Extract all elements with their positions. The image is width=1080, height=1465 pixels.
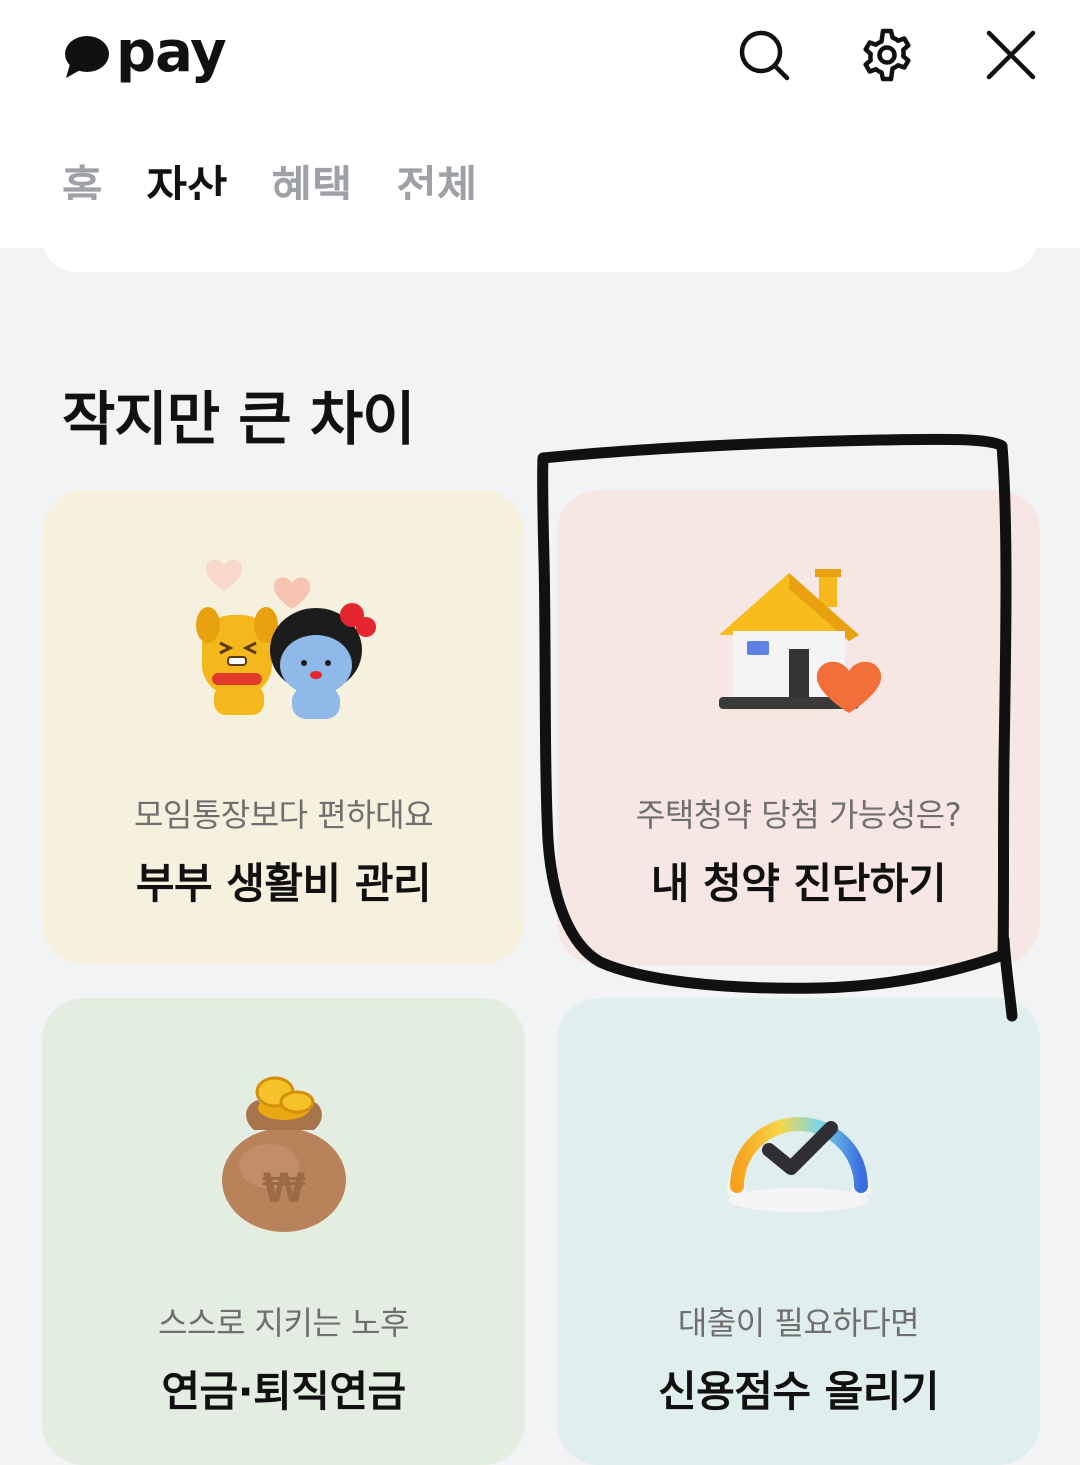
credit-gauge-icon: [726, 1117, 871, 1212]
card-title: 연금·퇴직연금: [161, 1367, 406, 1416]
settings-button[interactable]: [860, 28, 914, 82]
kakaopay-logo[interactable]: pay: [62, 20, 227, 92]
card-illustration: ₩: [42, 1068, 525, 1238]
card-subtitle: 스스로 지키는 노후: [158, 1304, 409, 1342]
previous-card-bottom: [42, 200, 1038, 272]
speech-bubble-icon: [65, 36, 109, 78]
card-title: 신용점수 올리기: [657, 1367, 940, 1416]
house-heart-icon: [718, 569, 881, 713]
section-title: 작지만 큰 차이: [62, 385, 416, 453]
money-bag-icon: ₩: [221, 1076, 346, 1232]
card-subtitle: 모임통장보다 편하대요: [133, 796, 434, 834]
close-icon: [986, 30, 1036, 80]
card-illustration: [557, 1068, 1040, 1238]
close-button[interactable]: [984, 28, 1038, 82]
logo-text: pay: [116, 20, 227, 85]
card-credit-score[interactable]: 대출이 필요하다면 신용점수 올리기: [557, 998, 1040, 1465]
card-title: 내 청약 진단하기: [650, 859, 947, 908]
card-illustration: [42, 545, 525, 735]
card-title: 부부 생활비 관리: [135, 859, 432, 908]
card-illustration: [557, 545, 1040, 735]
gear-icon: [863, 28, 911, 82]
card-pension[interactable]: ₩ 스스로 지키는 노후 연금·퇴직연금: [42, 998, 525, 1465]
card-housing-subscription[interactable]: 주택청약 당첨 가능성은? 내 청약 진단하기: [557, 490, 1040, 965]
search-icon: [739, 30, 790, 81]
card-subtitle: 주택청약 당첨 가능성은?: [635, 796, 962, 834]
card-couple-budget[interactable]: 모임통장보다 편하대요 부부 생활비 관리: [42, 490, 525, 965]
card-subtitle: 대출이 필요하다면: [677, 1304, 920, 1342]
search-button[interactable]: [736, 28, 790, 82]
svg-text:₩: ₩: [261, 1166, 305, 1212]
couple-characters-icon: [195, 559, 376, 719]
